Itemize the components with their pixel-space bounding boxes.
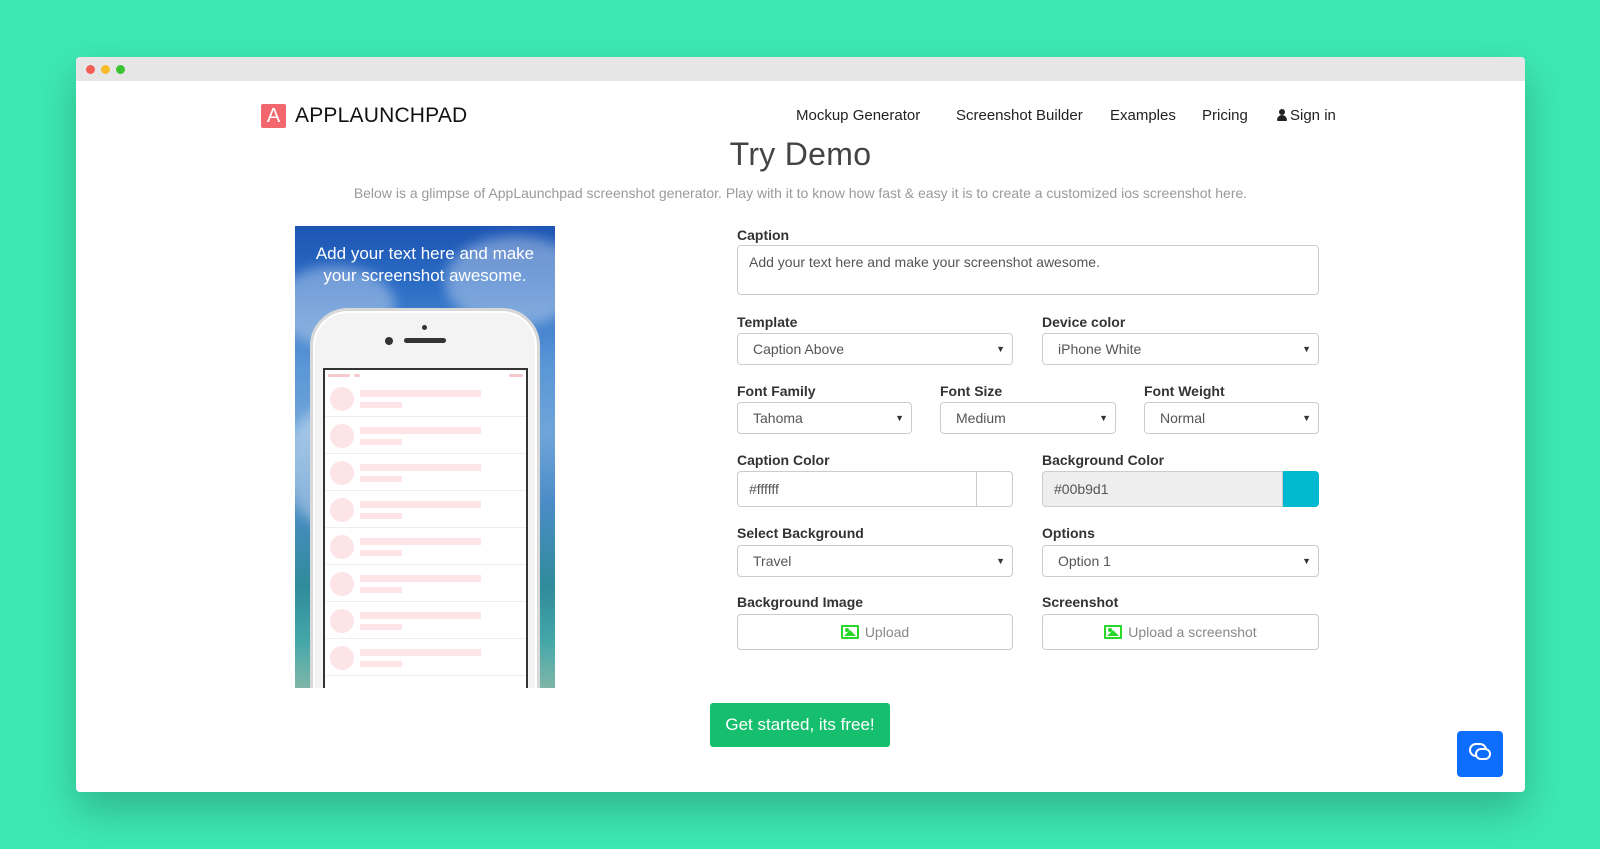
page-subtitle: Below is a glimpse of AppLaunchpad scree… bbox=[353, 185, 1248, 201]
caption-color-swatch[interactable] bbox=[977, 471, 1013, 507]
placeholder-row bbox=[325, 380, 526, 417]
screenshot-preview: Add your text here and make your screens… bbox=[295, 226, 555, 688]
font-weight-select[interactable]: Normal ▼ bbox=[1144, 402, 1319, 434]
device-color-label: Device color bbox=[1042, 314, 1126, 330]
placeholder-row bbox=[325, 491, 526, 528]
brand-name: APPLAUNCHPAD bbox=[295, 104, 468, 127]
close-dot-icon[interactable] bbox=[86, 65, 95, 74]
font-size-label: Font Size bbox=[940, 383, 1003, 399]
screenshot-upload-button[interactable]: Upload a screenshot bbox=[1042, 614, 1319, 650]
brand-logo[interactable]: A APPLAUNCHPAD bbox=[261, 104, 467, 128]
device-color-value: iPhone White bbox=[1058, 341, 1142, 357]
nav-sign-in[interactable]: Sign in bbox=[1276, 107, 1336, 124]
placeholder-row bbox=[325, 639, 526, 676]
caret-down-icon: ▼ bbox=[1302, 556, 1311, 566]
get-started-button[interactable]: Get started, its free! bbox=[710, 703, 890, 747]
phone-camera bbox=[385, 337, 393, 345]
caret-down-icon: ▼ bbox=[1099, 413, 1108, 423]
template-value: Caption Above bbox=[753, 341, 845, 357]
nav-screenshot-builder[interactable]: Screenshot Builder bbox=[956, 107, 1083, 124]
nav-mockup-generator[interactable]: Mockup Generator bbox=[796, 107, 920, 124]
background-color-label: Background Color bbox=[1042, 452, 1165, 468]
device-color-select[interactable]: iPhone White ▼ bbox=[1042, 333, 1319, 365]
placeholder-row bbox=[325, 417, 526, 454]
phone-status-bar bbox=[325, 370, 526, 380]
minimize-dot-icon[interactable] bbox=[101, 65, 110, 74]
font-weight-value: Normal bbox=[1160, 410, 1206, 426]
image-icon bbox=[840, 625, 859, 639]
caret-down-icon: ▼ bbox=[996, 556, 1005, 566]
background-color-swatch[interactable] bbox=[1283, 471, 1319, 507]
logo-mark-icon: A bbox=[261, 104, 286, 128]
placeholder-row bbox=[325, 565, 526, 602]
background-color-input[interactable]: #00b9d1 bbox=[1042, 471, 1283, 507]
options-select[interactable]: Option 1 ▼ bbox=[1042, 545, 1319, 577]
phone-speaker bbox=[404, 338, 446, 343]
preview-caption: Add your text here and make your screens… bbox=[295, 243, 555, 287]
template-select[interactable]: Caption Above ▼ bbox=[737, 333, 1013, 365]
nav-pricing[interactable]: Pricing bbox=[1202, 107, 1248, 124]
maximize-dot-icon[interactable] bbox=[116, 65, 125, 74]
caret-down-icon: ▼ bbox=[1302, 413, 1311, 423]
chat-icon-secondary bbox=[1475, 748, 1491, 760]
font-weight-label: Font Weight bbox=[1144, 383, 1225, 399]
upload-screenshot-label: Upload a screenshot bbox=[1128, 624, 1257, 640]
select-background-select[interactable]: Travel ▼ bbox=[737, 545, 1013, 577]
background-image-upload-button[interactable]: Upload bbox=[737, 614, 1013, 650]
background-image-label: Background Image bbox=[737, 594, 864, 610]
font-size-value: Medium bbox=[956, 410, 1006, 426]
caret-down-icon: ▼ bbox=[1302, 344, 1311, 354]
phone-mockup bbox=[310, 308, 540, 688]
sign-in-label: Sign in bbox=[1290, 107, 1336, 124]
caret-down-icon: ▼ bbox=[895, 413, 904, 423]
font-family-value: Tahoma bbox=[753, 410, 803, 426]
browser-window: A APPLAUNCHPAD Mockup Generator Screensh… bbox=[76, 57, 1525, 792]
chat-widget-button[interactable] bbox=[1457, 731, 1503, 777]
preview-caption-line2: your screenshot awesome. bbox=[323, 266, 527, 285]
placeholder-row bbox=[325, 602, 526, 639]
select-background-label: Select Background bbox=[737, 525, 864, 541]
font-family-label: Font Family bbox=[737, 383, 816, 399]
placeholder-row bbox=[325, 454, 526, 491]
caption-textarea[interactable]: Add your text here and make your screens… bbox=[737, 245, 1319, 295]
options-label: Options bbox=[1042, 525, 1095, 541]
preview-caption-line1: Add your text here and make bbox=[315, 244, 535, 263]
page-title: Try Demo bbox=[729, 136, 872, 172]
options-value: Option 1 bbox=[1058, 553, 1111, 569]
caption-color-label: Caption Color bbox=[737, 452, 830, 468]
user-icon bbox=[1276, 109, 1287, 122]
caption-color-input[interactable]: #ffffff bbox=[737, 471, 977, 507]
phone-sensor bbox=[422, 325, 427, 330]
window-titlebar bbox=[76, 57, 1525, 81]
font-family-select[interactable]: Tahoma ▼ bbox=[737, 402, 912, 434]
placeholder-row bbox=[325, 528, 526, 565]
select-background-value: Travel bbox=[753, 553, 792, 569]
page: A APPLAUNCHPAD Mockup Generator Screensh… bbox=[76, 81, 1525, 792]
upload-label: Upload bbox=[864, 624, 910, 640]
nav-examples[interactable]: Examples bbox=[1110, 107, 1176, 124]
caret-down-icon: ▼ bbox=[996, 344, 1005, 354]
screenshot-label: Screenshot bbox=[1042, 594, 1119, 610]
template-label: Template bbox=[737, 314, 798, 330]
caption-label: Caption bbox=[737, 227, 790, 243]
phone-screen bbox=[323, 368, 528, 688]
font-size-select[interactable]: Medium ▼ bbox=[940, 402, 1116, 434]
image-icon bbox=[1104, 625, 1123, 639]
